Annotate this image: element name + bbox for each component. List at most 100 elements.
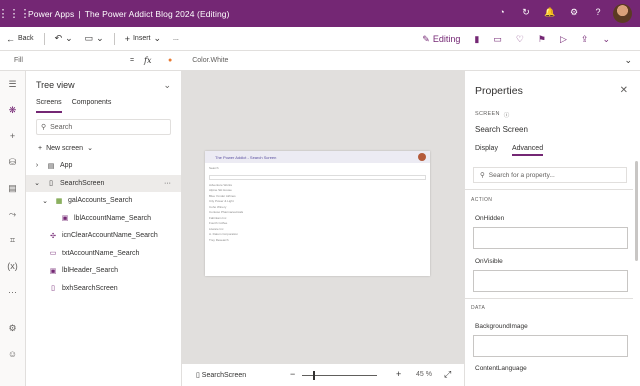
help-icon[interactable]: ? bbox=[592, 7, 604, 18]
comment-icon[interactable]: ▭ bbox=[493, 34, 502, 45]
fx-icon[interactable]: fx bbox=[144, 56, 160, 65]
gallery-icon: ▦ bbox=[55, 197, 63, 205]
more-icon[interactable]: ··· bbox=[0, 279, 25, 305]
tree-node-header[interactable]: ▣ lblHeader_Search bbox=[26, 262, 181, 280]
data-icon[interactable]: ⛁ bbox=[0, 149, 25, 175]
search-icon: ⚲ bbox=[480, 172, 485, 179]
variables-icon[interactable]: ⌗ bbox=[0, 227, 25, 253]
zoom-slider-handle[interactable] bbox=[313, 371, 315, 380]
tree-node-container[interactable]: ▯ bxhSearchScreen bbox=[26, 280, 181, 298]
color-icon[interactable]: ● bbox=[168, 57, 172, 64]
tree-view-icon[interactable]: ❋ bbox=[0, 97, 25, 123]
settings-icon[interactable]: ⚙ bbox=[0, 315, 25, 341]
save-icon[interactable]: ▮ bbox=[474, 34, 479, 45]
plus-icon: + bbox=[124, 33, 130, 44]
media-icon[interactable]: ▤ bbox=[0, 175, 25, 201]
close-icon[interactable]: ✕ bbox=[620, 85, 628, 96]
property-search-input[interactable]: ⚲ Search for a property... bbox=[473, 167, 627, 183]
app-name: Power Apps bbox=[28, 8, 75, 19]
preview-icon[interactable]: ▷ bbox=[560, 34, 567, 45]
expand-formula-icon[interactable]: ⌄ bbox=[624, 55, 632, 66]
tab-display[interactable]: Display bbox=[475, 145, 498, 156]
flag-icon[interactable]: ⚑ bbox=[538, 34, 546, 45]
chevron-down-icon[interactable]: ⌄ bbox=[602, 34, 610, 45]
more-options-icon[interactable]: ··· bbox=[164, 180, 171, 187]
back-button[interactable]: ← Back bbox=[0, 27, 40, 51]
zoom-out-button[interactable]: − bbox=[290, 369, 295, 379]
more-commands-button[interactable]: ... bbox=[167, 27, 185, 51]
paste-button[interactable]: ▭ ⌄ bbox=[79, 27, 110, 51]
person-icon[interactable]: ◔ bbox=[496, 7, 508, 18]
new-screen-button[interactable]: + New screen ⌄ bbox=[26, 141, 181, 155]
screen-selector[interactable]: ▯ SearchScreen bbox=[182, 371, 246, 379]
equals-sign: = bbox=[129, 57, 135, 64]
command-bar: ← Back ↶ ⌄ ▭ ⌄ + Insert ⌄ ... ✎ Editing ▮ ▭ ♡ … bbox=[0, 27, 640, 51]
document-title: The Power Addict Blog 2024 (Editing) bbox=[84, 8, 230, 19]
share-icon[interactable]: ↻ bbox=[520, 7, 532, 18]
zoom-percent: 45 % bbox=[416, 371, 432, 378]
tab-components[interactable]: Components bbox=[72, 99, 112, 113]
control-name[interactable]: Search Screen bbox=[475, 125, 528, 134]
zoom-slider[interactable] bbox=[302, 371, 377, 380]
tree-view-title: Tree view bbox=[36, 80, 75, 90]
design-canvas[interactable]: The Power Addict - Search Screen Search … bbox=[182, 71, 464, 363]
tree-node-label[interactable]: ▣ lblAccountName_Search bbox=[26, 210, 181, 228]
property-label-backgroundimage: BackgroundImage bbox=[475, 323, 528, 330]
chevron-down-icon: ⌄ bbox=[65, 33, 73, 43]
property-input-onvisible[interactable] bbox=[473, 270, 628, 292]
app-search-box bbox=[209, 174, 426, 180]
app-checker-icon[interactable]: ♡ bbox=[516, 34, 524, 45]
chevron-down-icon: ⌄ bbox=[153, 33, 162, 43]
insert-button[interactable]: + Insert ⌄ bbox=[119, 27, 167, 51]
plus-icon: + bbox=[38, 144, 43, 152]
property-dropdown[interactable]: Fill bbox=[0, 57, 120, 64]
zoom-in-button[interactable]: + bbox=[396, 369, 401, 379]
icon-control-icon: ✣ bbox=[50, 232, 56, 240]
power-automate-icon[interactable]: ⤳ bbox=[0, 201, 25, 227]
info-icon[interactable]: ⓘ bbox=[504, 111, 510, 119]
undo-button[interactable]: ↶ ⌄ bbox=[49, 27, 79, 51]
insert-icon[interactable]: + bbox=[0, 123, 25, 149]
textinput-icon: ▭ bbox=[49, 250, 57, 258]
tree-node-searchscreen[interactable]: ⌄ ▯ SearchScreen ··· bbox=[26, 174, 181, 192]
label-icon: ▣ bbox=[61, 215, 69, 223]
formula-input[interactable]: Color.White bbox=[192, 57, 228, 64]
properties-title: Properties bbox=[475, 85, 523, 97]
tree-node-textinput[interactable]: ▭ txtAccountName_Search bbox=[26, 245, 181, 263]
properties-scrollbar[interactable] bbox=[635, 161, 638, 261]
section-action: ACTION bbox=[471, 197, 493, 203]
tree-node-gallery[interactable]: ⌄ ▦ galAccounts_Search bbox=[26, 192, 181, 210]
app-launcher-icon[interactable]: ⋮⋮⋮ bbox=[0, 7, 31, 20]
virtual-agent-icon[interactable]: ☺ bbox=[0, 341, 25, 367]
section-data: DATA bbox=[471, 305, 486, 311]
tab-advanced[interactable]: Advanced bbox=[511, 145, 544, 156]
menu-icon[interactable]: ☰ bbox=[0, 71, 25, 97]
property-input-onhidden[interactable] bbox=[473, 227, 628, 249]
bell-icon[interactable]: 🔔 bbox=[544, 7, 556, 18]
left-rail: ☰ ❋ + ⛁ ▤ ⤳ ⌗ (x) ··· ⚙ ☺ bbox=[0, 71, 26, 386]
undo-icon: ↶ bbox=[54, 33, 63, 43]
app-header: The Power Addict - Search Screen bbox=[205, 151, 430, 163]
code-icon[interactable]: (x) bbox=[0, 253, 25, 279]
tree-node-app[interactable]: › ▤ App bbox=[26, 157, 181, 175]
back-arrow-icon: ← bbox=[6, 33, 15, 44]
settings-icon[interactable]: ⚙ bbox=[568, 7, 580, 18]
tree-node-icon[interactable]: ✣ icnClearAccountName_Search bbox=[26, 227, 181, 245]
close-icon[interactable]: ⌄ bbox=[163, 80, 171, 91]
property-input-backgroundimage[interactable] bbox=[473, 335, 628, 357]
app-avatar bbox=[418, 153, 426, 161]
tree-view-panel: Tree view ⌄ Screens Components ⚲ Search + N… bbox=[26, 71, 182, 386]
tree-search-input[interactable]: ⚲ Search bbox=[36, 119, 171, 135]
properties-panel: Properties ✕ SCREEN ⓘ Search Screen Displ… bbox=[464, 71, 640, 386]
app-screen-preview[interactable]: The Power Addict - Search Screen Search … bbox=[205, 151, 430, 276]
editing-button[interactable]: ✎ Editing bbox=[422, 34, 460, 45]
property-label-contentlanguage: ContentLanguage bbox=[475, 365, 527, 372]
app-title: Power Apps | The Power Addict Blog 2024 (E… bbox=[28, 8, 230, 19]
fit-screen-icon[interactable]: ⤢ bbox=[444, 369, 451, 380]
screen-icon: ▯ bbox=[49, 180, 53, 188]
tab-screens[interactable]: Screens bbox=[36, 99, 62, 113]
publish-icon[interactable]: ⇪ bbox=[581, 34, 589, 45]
title-bar: ⋮⋮⋮ Power Apps | The Power Addict Blog 202… bbox=[0, 0, 640, 27]
avatar[interactable] bbox=[613, 4, 632, 23]
formula-bar: Fill = fx ● Color.White ⌄ bbox=[0, 51, 640, 71]
